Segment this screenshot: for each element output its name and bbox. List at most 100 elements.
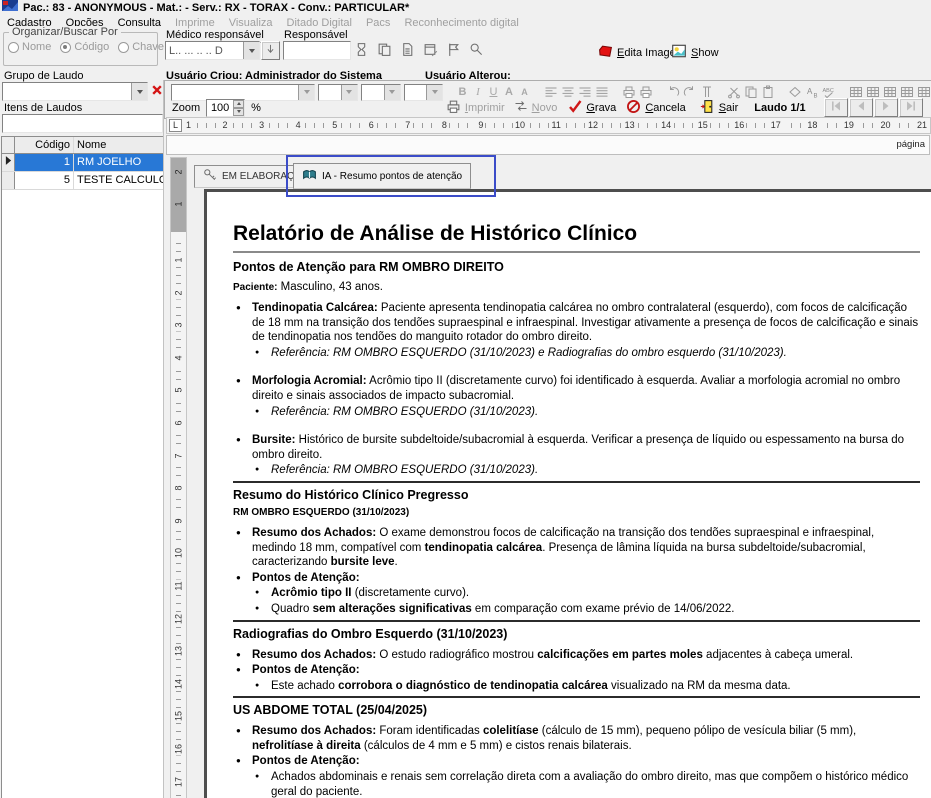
menubar: CadastroOpçõesConsultaImprimeVisualizaDi… xyxy=(0,15,931,30)
doc-block-li1: Resumo dos Achados: O estudo radiográfic… xyxy=(233,648,920,663)
copy-button[interactable] xyxy=(377,42,392,60)
svg-text:A: A xyxy=(807,87,813,96)
search-options: Nome Código Chave xyxy=(8,41,164,53)
doc-block-gap xyxy=(233,420,920,433)
doc-divider xyxy=(233,251,920,253)
doc-block-li2: Este achado corrobora o diagnóstico de t… xyxy=(252,679,920,694)
hruler-number: 18 xyxy=(805,119,819,131)
pagina-strip: página xyxy=(166,135,930,155)
document-page: Relatório de Análise de Histórico Clínic… xyxy=(204,189,931,798)
document-button[interactable] xyxy=(400,42,415,60)
row-marker-cell xyxy=(2,154,15,171)
radio-label: Nome xyxy=(22,41,51,53)
hruler-number: 4 xyxy=(294,119,303,131)
sair-label: Sair xyxy=(719,102,739,114)
doc-block-h2: Resumo do Histórico Clínico Pregresso xyxy=(233,488,920,502)
flag-button[interactable] xyxy=(446,42,461,60)
hruler-number: 15 xyxy=(696,119,710,131)
doc-block-li2: Acrômio tipo II (discretamente curvo). xyxy=(252,586,920,601)
table-header-row: CódigoNome xyxy=(2,137,163,154)
vruler-number: 5 xyxy=(173,384,185,397)
action-toolbar: Zoom 100 % Imprimir Novo Grava Cancela S… xyxy=(164,98,931,117)
hruler-number: 10 xyxy=(513,119,527,131)
vruler-number: 2 xyxy=(173,286,185,299)
doc-block-li2: Referência: RM OMBRO ESQUERDO (31/10/202… xyxy=(252,405,920,420)
ai-tab-highlight-annotation xyxy=(286,155,496,197)
menu-item-pacs[interactable]: Pacs xyxy=(359,17,397,29)
nav-first-button[interactable] xyxy=(824,98,848,117)
hruler-number: 11 xyxy=(550,119,563,131)
doc-block-li1: Resumo dos Achados: O exame demonstrou f… xyxy=(233,526,920,570)
doc-divider xyxy=(233,620,920,622)
grava-label: Grava xyxy=(586,102,616,114)
cancela-button[interactable]: Cancela xyxy=(626,99,685,117)
radio-nome[interactable]: Nome xyxy=(8,41,51,53)
col-header-nome[interactable]: Nome xyxy=(74,137,163,153)
cancel-icon xyxy=(626,99,641,117)
vruler-number: 10 xyxy=(173,547,185,560)
zoom-down-icon[interactable] xyxy=(233,108,244,116)
col-header-codigo[interactable]: Código xyxy=(15,137,74,153)
itens-laudos-label: Itens de Laudos xyxy=(4,102,82,114)
exit-door-icon xyxy=(700,99,715,117)
zoom-spinner[interactable]: 100 xyxy=(206,99,245,117)
doc-block-h2: Radiografias do Ombro Esquerdo (31/10/20… xyxy=(233,627,920,641)
imprimir-label: Imprimir xyxy=(465,102,505,114)
doc-block-li2: Quadro sem alterações significativas em … xyxy=(252,602,920,617)
record-action-icons xyxy=(354,42,484,60)
hruler-number: 19 xyxy=(842,119,856,131)
hruler-number: 16 xyxy=(732,119,746,131)
doc-divider xyxy=(233,696,920,698)
novo-button[interactable]: Novo xyxy=(514,99,558,116)
medico-filter-button[interactable] xyxy=(261,41,280,60)
magnifier-button[interactable] xyxy=(469,42,484,60)
hruler-number: 13 xyxy=(623,119,637,131)
sair-button[interactable]: Sair xyxy=(700,99,739,117)
vruler-number: 16 xyxy=(173,743,185,756)
vruler-number: 3 xyxy=(173,319,185,332)
panel-divider xyxy=(163,80,164,798)
stamp-button[interactable] xyxy=(423,42,438,60)
menu-item-imprime[interactable]: Imprime xyxy=(168,17,222,29)
grupo-laudo-combobox[interactable] xyxy=(2,82,148,101)
hruler-number: 12 xyxy=(586,119,600,131)
medico-combobox[interactable]: L.. ... .. .. D xyxy=(165,41,260,60)
magnifier-icon xyxy=(469,42,484,60)
hruler-number: 8 xyxy=(440,119,449,131)
doc-block-li1: Pontos de Atenção: xyxy=(233,663,920,678)
nav-prev-icon xyxy=(854,99,868,116)
radio-label: Chave xyxy=(132,41,164,53)
nav-next-button[interactable] xyxy=(874,98,898,117)
nav-last-button[interactable] xyxy=(899,98,923,117)
clear-grupo-button[interactable] xyxy=(150,83,164,100)
edit-image-icon xyxy=(598,44,613,62)
doc-block-gap xyxy=(233,361,920,374)
hruler-number: 3 xyxy=(257,119,266,131)
search-groupbox-title: Organizar/Buscar Por xyxy=(9,26,121,38)
menu-item-visualiza[interactable]: Visualiza xyxy=(222,17,280,29)
radio-chave[interactable]: Chave xyxy=(118,41,164,53)
menu-item-reconhecimento-digital[interactable]: Reconhecimento digital xyxy=(397,17,525,29)
grupo-dropdown-icon[interactable] xyxy=(131,83,147,100)
medico-dropdown-icon[interactable] xyxy=(243,42,259,59)
responsavel-input[interactable] xyxy=(283,41,351,60)
grava-button[interactable]: Grava xyxy=(568,99,616,116)
zoom-up-icon[interactable] xyxy=(233,100,244,108)
imprimir-button[interactable]: Imprimir xyxy=(446,99,505,117)
menu-item-ditado-digital[interactable]: Ditado Digital xyxy=(280,17,359,29)
nav-prev-button[interactable] xyxy=(849,98,873,117)
table-row[interactable]: 5TESTE CALCULO xyxy=(2,172,163,190)
hruler-number: 17 xyxy=(769,119,783,131)
itens-laudos-input[interactable] xyxy=(2,114,163,133)
zoom-label: Zoom xyxy=(172,102,200,114)
show-button[interactable]: Show xyxy=(671,43,719,62)
app-window: Pac.: 83 - ANONYMOUS - Mat.: - Serv.: RX… xyxy=(0,0,931,798)
red-x-icon xyxy=(150,88,164,100)
vruler-margin-number: 2 xyxy=(173,166,185,179)
doc-block-li1: Pontos de Atenção: xyxy=(233,571,920,586)
radio-codigo[interactable]: Código xyxy=(60,41,109,53)
document-icon xyxy=(400,42,415,60)
hourglass-button[interactable] xyxy=(354,42,369,60)
hruler-number: 5 xyxy=(330,119,339,131)
table-row[interactable]: 1RM JOELHO xyxy=(2,154,163,172)
